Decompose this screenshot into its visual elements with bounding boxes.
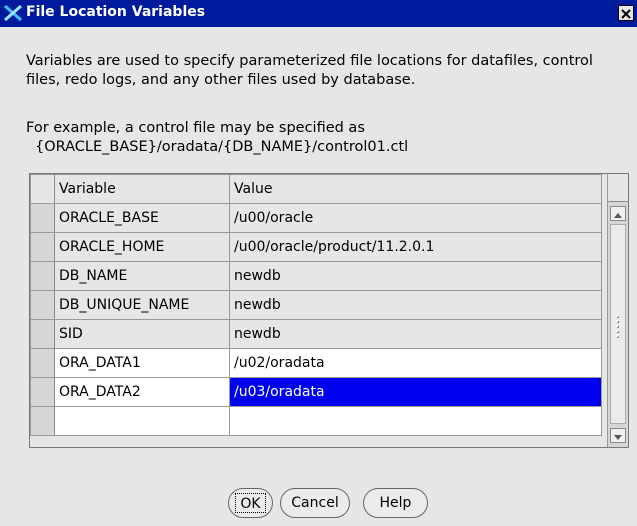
value-cell[interactable]: newdb xyxy=(229,261,602,291)
value-cell[interactable]: /u02/oradata xyxy=(229,348,602,378)
scroll-down-button[interactable] xyxy=(610,428,626,443)
close-button[interactable] xyxy=(618,5,634,21)
scroll-up-button[interactable] xyxy=(610,206,626,221)
table-row[interactable]: DB_UNIQUE_NAME newdb xyxy=(30,290,602,320)
variable-cell[interactable]: ORACLE_HOME xyxy=(54,232,230,262)
arrow-down-icon xyxy=(614,435,622,440)
description-text: Variables are used to specify parameteri… xyxy=(26,53,593,88)
column-header-value[interactable]: Value xyxy=(229,174,602,204)
variables-grid: Variable Value ORACLE_BASE /u00/oracle O… xyxy=(30,174,602,436)
window-title: File Location Variables xyxy=(26,4,206,20)
corner-header xyxy=(30,174,55,204)
row-header[interactable] xyxy=(30,406,55,436)
column-header-variable[interactable]: Variable xyxy=(54,174,230,204)
help-button[interactable]: Help xyxy=(363,488,428,518)
example-text: For example, a control file may be speci… xyxy=(26,119,626,157)
value-cell[interactable] xyxy=(229,406,602,436)
table-row[interactable]: ORACLE_HOME /u00/oracle/product/11.2.0.1 xyxy=(30,232,602,262)
x-logo-icon xyxy=(4,4,22,22)
ok-button-label: OK xyxy=(235,493,266,513)
row-header[interactable] xyxy=(30,203,55,233)
variable-cell[interactable]: SID xyxy=(54,319,230,349)
variables-table: Variable Value ORACLE_BASE /u00/oracle O… xyxy=(29,173,629,448)
example-intro: For example, a control file may be speci… xyxy=(26,120,365,136)
table-row-empty[interactable] xyxy=(30,406,602,436)
value-cell[interactable]: newdb xyxy=(229,290,602,320)
value-cell[interactable]: /u00/oracle xyxy=(229,203,602,233)
title-bar: File Location Variables xyxy=(0,0,637,27)
table-row[interactable]: ORA_DATA1 /u02/oradata xyxy=(30,348,602,378)
grip-dot xyxy=(616,330,618,332)
grip-dot xyxy=(616,315,618,317)
variable-cell[interactable]: ORA_DATA2 xyxy=(54,377,230,407)
table-row[interactable]: ORACLE_BASE /u00/oracle xyxy=(30,203,602,233)
row-header[interactable] xyxy=(30,348,55,378)
scroll-thumb[interactable] xyxy=(610,224,626,424)
variable-cell[interactable]: ORA_DATA1 xyxy=(54,348,230,378)
row-header[interactable] xyxy=(30,319,55,349)
value-cell-selected[interactable]: /u03/oradata xyxy=(229,377,602,407)
value-cell[interactable]: /u00/oracle/product/11.2.0.1 xyxy=(229,232,602,262)
table-header-row: Variable Value xyxy=(30,174,602,204)
arrow-up-icon xyxy=(614,213,622,218)
ok-button[interactable]: OK xyxy=(228,488,273,518)
table-row[interactable]: DB_NAME newdb xyxy=(30,261,602,291)
row-header[interactable] xyxy=(30,232,55,262)
grip-dot xyxy=(616,335,618,337)
value-cell[interactable]: newdb xyxy=(229,319,602,349)
cancel-button[interactable]: Cancel xyxy=(280,488,350,518)
close-icon xyxy=(621,9,631,19)
row-header[interactable] xyxy=(30,377,55,407)
grip-dot xyxy=(616,320,618,322)
variable-cell[interactable]: DB_UNIQUE_NAME xyxy=(54,290,230,320)
row-header[interactable] xyxy=(30,261,55,291)
example-path: {ORACLE_BASE}/oradata/{DB_NAME}/control0… xyxy=(35,139,409,155)
variable-cell[interactable]: DB_NAME xyxy=(54,261,230,291)
variable-cell[interactable]: ORACLE_BASE xyxy=(54,203,230,233)
variable-cell[interactable] xyxy=(54,406,230,436)
grip-dot xyxy=(616,325,618,327)
header-corner xyxy=(607,174,628,202)
table-row-selected[interactable]: ORA_DATA2 /u03/oradata xyxy=(30,377,602,407)
vertical-scrollbar[interactable] xyxy=(607,202,628,447)
table-row[interactable]: SID newdb xyxy=(30,319,602,349)
row-header[interactable] xyxy=(30,290,55,320)
